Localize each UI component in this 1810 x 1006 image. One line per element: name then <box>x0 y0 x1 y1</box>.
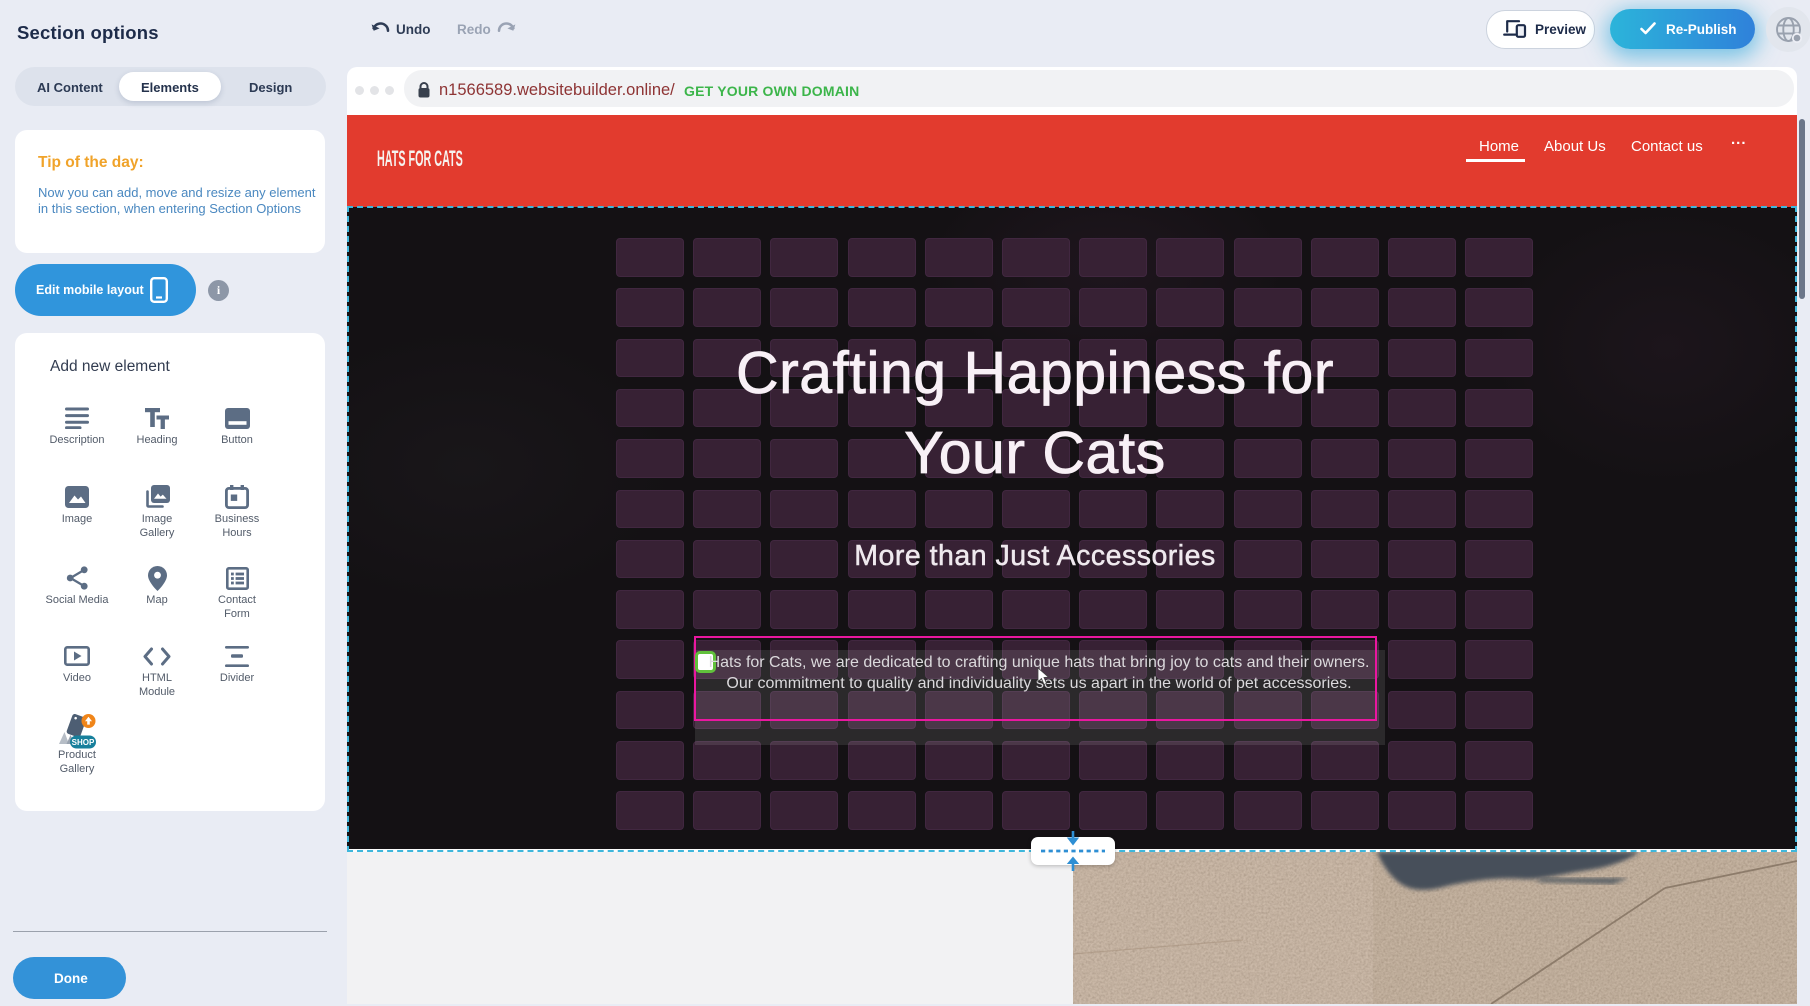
svg-text:SHOP: SHOP <box>72 738 95 747</box>
